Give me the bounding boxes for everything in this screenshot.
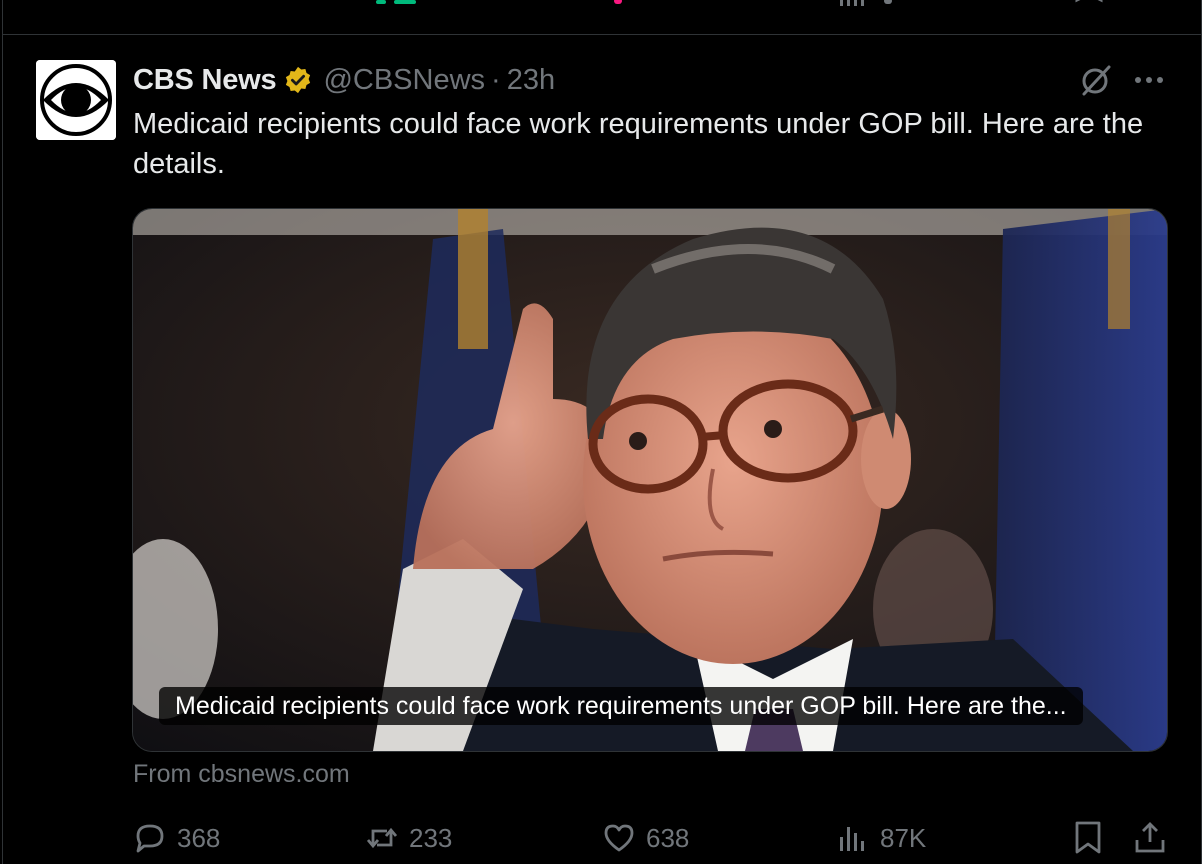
card-source[interactable]: From cbsnews.com	[133, 760, 350, 789]
author-handle[interactable]: @CBSNews	[323, 64, 485, 97]
timeline: CBS News @CBSNews · 23h Medicaid recipie…	[0, 0, 1202, 864]
bookmark-icon[interactable]	[1074, 0, 1104, 6]
author-name[interactable]: CBS News	[133, 64, 277, 97]
reply-icon	[136, 824, 164, 853]
like-button[interactable]: 638	[602, 816, 689, 860]
reply-count: 368	[177, 822, 221, 853]
like-count: 638	[646, 822, 690, 853]
views-button[interactable]: 87K	[836, 816, 926, 860]
card-photo	[133, 209, 1167, 751]
views-count: 87K	[880, 822, 927, 853]
tweet-divider	[2, 34, 1202, 35]
verified-badge-icon[interactable]	[283, 65, 313, 95]
previous-tweet-actions	[0, 0, 1202, 10]
timeline-border-left	[2, 0, 3, 864]
more-icon[interactable]	[1132, 66, 1166, 94]
bookmark-icon[interactable]	[1071, 820, 1105, 856]
views-icon	[840, 827, 864, 851]
tweet-actions: 368 233 638 87K	[0, 816, 1202, 860]
cbs-eye-logo	[36, 60, 116, 140]
repost-indicator[interactable]	[376, 0, 426, 6]
avatar[interactable]	[36, 60, 116, 140]
like-indicator[interactable]	[614, 0, 626, 6]
share-icon[interactable]	[1133, 820, 1167, 856]
link-card[interactable]: Medicaid recipients could face work requ…	[132, 208, 1168, 752]
share-icon[interactable]	[1138, 0, 1168, 6]
reply-icon[interactable]	[140, 0, 168, 6]
reply-button[interactable]: 368	[133, 816, 220, 860]
grok-icon[interactable]	[1078, 62, 1114, 98]
header-separator: ·	[491, 63, 501, 96]
tweet-text: Medicaid recipients could face work requ…	[133, 108, 1144, 180]
repost-count: 233	[409, 822, 453, 853]
views-icon[interactable]	[840, 0, 900, 6]
tweet-timestamp[interactable]: 23h	[507, 64, 555, 97]
tweet-header: CBS News @CBSNews · 23h	[133, 62, 555, 98]
repost-icon	[366, 827, 398, 849]
card-caption[interactable]: Medicaid recipients could face work requ…	[159, 687, 1083, 725]
repost-button[interactable]: 233	[365, 816, 452, 860]
like-icon	[604, 824, 634, 852]
